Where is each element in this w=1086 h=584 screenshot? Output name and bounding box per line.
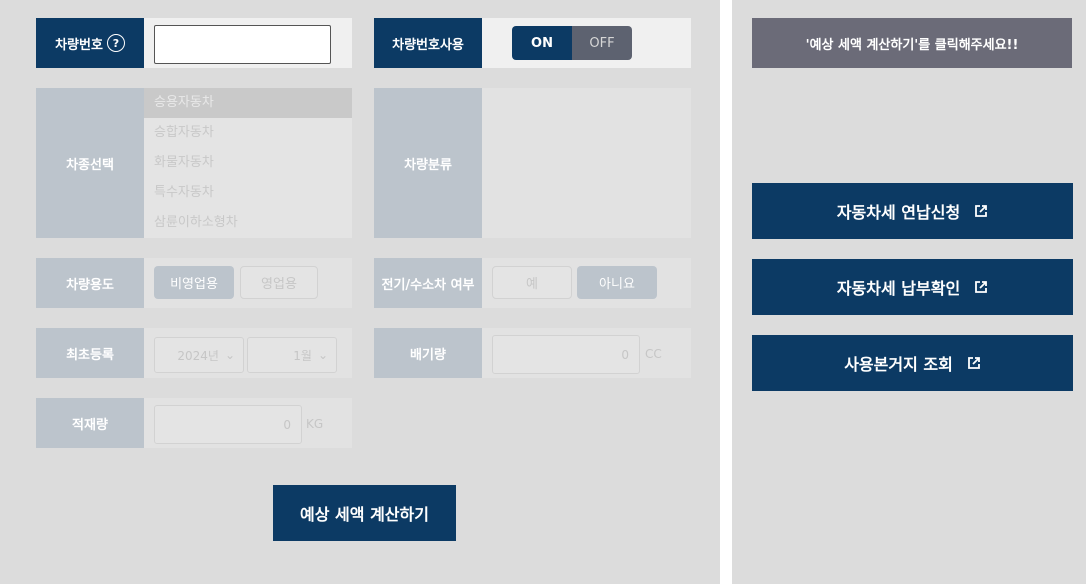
displacement-input[interactable]: 0 [492,335,640,374]
ev-yes-button[interactable]: 예 [492,266,572,299]
calculate-tax-button[interactable]: 예상 세액 계산하기 [273,485,456,541]
first-registration-label: 최초등록 [36,328,144,378]
plate-use-toggle[interactable]: ON OFF [512,26,632,60]
payment-check-link[interactable]: 자동차세 납부확인 [752,259,1073,315]
car-type-list[interactable]: 승용자동차 승합자동차 화물자동차 특수자동차 삼륜이하소형차 [144,88,352,238]
year-select[interactable]: 2024년 ⌄ [154,337,244,373]
car-type-item[interactable]: 특수자동차 [144,178,352,208]
notice-banner: '예상 세액 계산하기'를 클릭해주세요!! [752,18,1072,68]
toggle-off-button[interactable]: OFF [572,26,632,60]
toggle-on-button[interactable]: ON [512,26,572,60]
external-link-icon [975,205,988,217]
car-class-list[interactable] [482,88,691,238]
panel-divider [720,0,732,584]
commercial-button[interactable]: 영업용 [240,266,318,299]
chevron-down-icon: ⌄ [224,348,235,362]
external-link-icon [975,281,988,293]
month-select[interactable]: 1월 ⌄ [247,337,337,373]
ev-no-button[interactable]: 아니요 [577,266,657,299]
car-class-label: 차량분류 [374,88,482,238]
displacement-label: 배기량 [374,328,482,378]
car-type-item[interactable]: 화물자동차 [144,148,352,178]
purpose-label: 차량용도 [36,258,144,308]
sidebar: '예상 세액 계산하기'를 클릭해주세요!! 자동차세 연납신청 자동차세 납부… [732,0,1086,584]
car-type-item[interactable]: 승용자동차 [144,88,352,118]
use-plate-label: 차량번호사용 [374,18,482,68]
load-input[interactable]: 0 [154,405,302,444]
car-type-item[interactable]: 삼륜이하소형차 [144,208,352,238]
load-label: 적재량 [36,398,144,448]
non-commercial-button[interactable]: 비영업용 [154,266,234,299]
external-link-icon [967,357,980,369]
annual-payment-link[interactable]: 자동차세 연납신청 [752,183,1073,239]
plate-number-input[interactable] [154,25,331,64]
calculator-form: 차량번호 ? 차량번호사용 ON OFF 차종선택 승용자동차 승합자동차 화물… [0,0,720,584]
car-type-item[interactable]: 승합자동차 [144,118,352,148]
load-unit: KG [306,417,324,431]
base-location-link[interactable]: 사용본거지 조회 [752,335,1073,391]
chevron-down-icon: ⌄ [317,348,328,362]
displacement-unit: CC [645,347,662,361]
plate-number-label: 차량번호 ? [36,18,144,68]
ev-label: 전기/수소차 여부 [374,258,482,308]
car-type-label: 차종선택 [36,88,144,238]
question-circle-icon[interactable]: ? [106,34,125,52]
